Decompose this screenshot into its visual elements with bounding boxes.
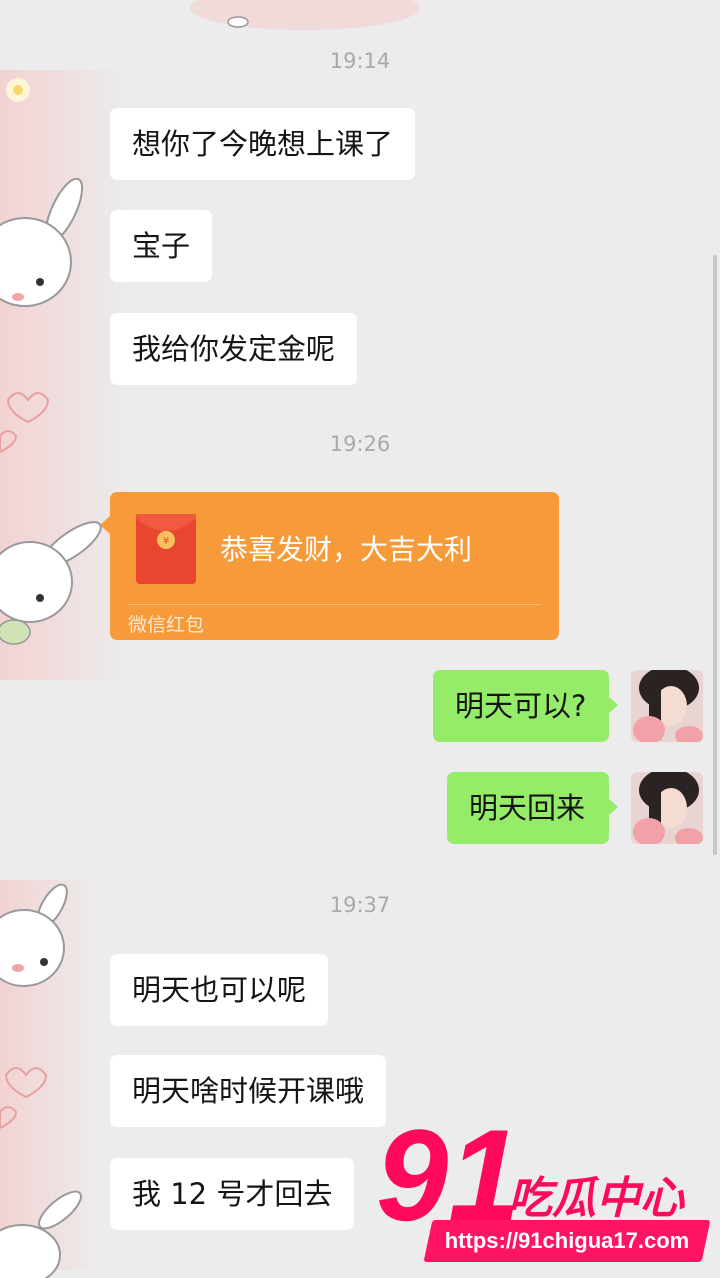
- message-bubble-incoming[interactable]: 明天也可以呢: [110, 954, 329, 1026]
- message-text: 明天可以?: [455, 689, 587, 723]
- message-bubble-outgoing[interactable]: 明天回来: [447, 772, 618, 844]
- message-text: 明天回来: [469, 791, 586, 825]
- message-bubble-incoming[interactable]: 我 12 号才回去: [110, 1158, 355, 1230]
- timestamp: 19:26: [329, 432, 391, 456]
- svg-text:¥: ¥: [163, 536, 169, 547]
- message-text: 明天啥时候开课哦: [132, 1074, 365, 1108]
- message-text: 我给你发定金呢: [132, 332, 336, 366]
- watermark-url: https://91chigua17.com: [423, 1220, 711, 1262]
- message-bubble-incoming[interactable]: 想你了今晚想上课了: [110, 108, 416, 180]
- top-decoration: [190, 0, 420, 30]
- red-packet-title: 恭喜发财，大吉大利: [220, 533, 473, 566]
- timestamp: 19:37: [329, 893, 391, 917]
- message-bubble-outgoing[interactable]: 明天可以?: [433, 670, 618, 742]
- message-bubble-incoming[interactable]: 宝子: [110, 210, 213, 282]
- divider: [128, 604, 541, 605]
- avatar[interactable]: [631, 772, 703, 844]
- watermark-url-text: https://91chigua17.com: [444, 1228, 690, 1253]
- scrollbar[interactable]: [713, 255, 717, 855]
- red-packet-card[interactable]: ¥ 恭喜发财，大吉大利 微信红包: [100, 492, 559, 640]
- avatar[interactable]: [631, 670, 703, 742]
- message-bubble-incoming[interactable]: 明天啥时候开课哦: [110, 1055, 387, 1127]
- timestamp: 19:14: [329, 49, 391, 73]
- red-envelope-icon: ¥: [136, 514, 196, 584]
- message-bubble-incoming[interactable]: 我给你发定金呢: [110, 313, 358, 385]
- message-text: 想你了今晚想上课了: [132, 127, 394, 161]
- message-text: 我 12 号才回去: [132, 1177, 333, 1211]
- red-packet-label: 微信红包: [128, 614, 205, 636]
- watermark-name: 吃瓜中心: [508, 1173, 684, 1224]
- message-text: 明天也可以呢: [132, 973, 307, 1007]
- message-text: 宝子: [132, 229, 191, 263]
